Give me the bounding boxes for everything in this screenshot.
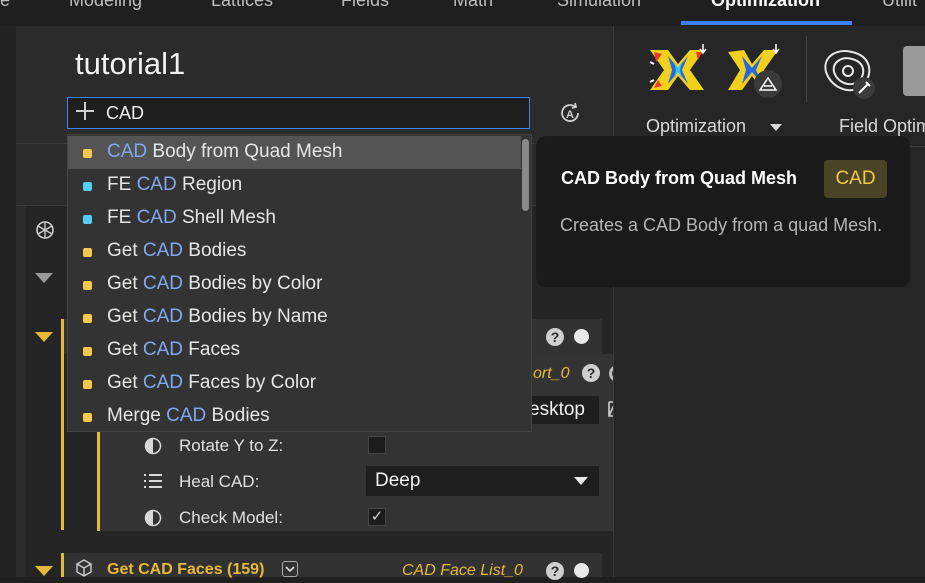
heal-cad-value: Deep (375, 470, 421, 491)
half-circle-icon (144, 437, 162, 460)
collapse-toggle[interactable] (35, 273, 53, 283)
tooltip-description: Creates a CAD Body from a quad Mesh. (560, 215, 883, 235)
node-category-marker (83, 314, 92, 323)
tab-partial-left[interactable]: e (0, 0, 10, 11)
node-collapse-toggle[interactable] (35, 566, 53, 576)
dropdown-item-label: Merge CAD Bodies (107, 405, 270, 426)
heal-cad-select[interactable]: Deep (366, 466, 599, 496)
dropdown-item[interactable]: CAD Body from Quad Mesh (68, 136, 521, 169)
node-title: Get CAD Faces (159) (107, 561, 265, 578)
dropdown-item-label: FE CAD Shell Mesh (107, 207, 276, 228)
rotate-checkbox[interactable] (368, 436, 386, 454)
plus-icon (74, 100, 96, 129)
dropdown-item-label: Get CAD Bodies (107, 240, 247, 261)
search-input[interactable] (106, 99, 516, 127)
optimization-label: Optimization (646, 116, 747, 136)
half-circle-icon (144, 509, 162, 532)
dropdown-item[interactable]: Get CAD Bodies by Color (68, 268, 521, 301)
node-category-marker (83, 281, 92, 290)
path-value: esktop (529, 399, 585, 420)
dropdown-item[interactable]: Get CAD Bodies (68, 235, 521, 268)
dropdown-item-label: FE CAD Region (107, 174, 243, 195)
tooltip-title: CAD Body from Quad Mesh (561, 168, 798, 188)
tab-modeling[interactable]: Modeling (69, 0, 142, 11)
field-optimization-label[interactable]: Field Optim (839, 116, 925, 137)
help-icon[interactable]: ? (546, 562, 564, 580)
tab-lattices[interactable]: Lattices (211, 0, 273, 11)
lattice-optimization-icon[interactable] (724, 42, 788, 107)
search-results-dropdown: CAD Body from Quad Mesh FE CAD Region FE C… (67, 134, 532, 432)
dropdown-item-label: Get CAD Faces (107, 339, 241, 360)
topology-optimization-icon[interactable] (646, 42, 708, 103)
tab-simulation[interactable]: Simulation (557, 0, 641, 11)
help-icon[interactable]: ? (582, 364, 600, 382)
dropdown-scrollbar[interactable] (522, 139, 529, 211)
output-dot[interactable] (574, 563, 589, 578)
dropdown-item-label: CAD Body from Quad Mesh (107, 141, 343, 162)
dropdown-item-label: Get CAD Bodies by Color (107, 273, 323, 294)
ribbon-divider (806, 36, 807, 102)
dropdown-item[interactable]: Merge CAD Bodies (68, 400, 521, 431)
node-category-marker (83, 149, 92, 158)
category-badge: CAD (824, 160, 887, 198)
left-strip (0, 26, 17, 577)
node-collapse-toggle[interactable] (35, 332, 53, 342)
check-model-label: Check Model: (179, 508, 283, 527)
tab-utilities[interactable]: Utilit (882, 0, 917, 11)
dropdown-item-label: Get CAD Bodies by Name (107, 306, 328, 327)
node-category-marker (83, 182, 92, 191)
field-optimization-icon[interactable] (818, 42, 880, 105)
check-model-checkbox[interactable]: ✓ (368, 508, 386, 526)
svg-text:A: A (566, 109, 574, 121)
tab-math[interactable]: Math (453, 0, 493, 11)
heal-cad-label: Heal CAD: (179, 472, 260, 491)
dropdown-item[interactable]: Get CAD Faces by Color (68, 367, 521, 400)
chevron-down-icon (574, 477, 588, 485)
optimization-menu[interactable]: Optimization (646, 116, 782, 137)
chevron-down-icon (770, 124, 782, 131)
help-icon[interactable]: ? (546, 328, 564, 346)
lattice-texture-icon[interactable] (903, 46, 925, 96)
node-category-marker (83, 380, 92, 389)
top-tab-bar: e Modeling Lattices Fields Math Simulati… (0, 0, 925, 27)
openai-icon[interactable] (34, 219, 56, 246)
dropdown-item-label: Get CAD Faces by Color (107, 372, 317, 393)
path-field[interactable]: esktop (527, 396, 599, 424)
node-output-label: CAD Face List_0 (402, 562, 523, 579)
ribbon-panel (613, 26, 925, 577)
rotate-label: Rotate Y to Z: (179, 436, 284, 455)
auto-refresh-icon[interactable]: A (558, 101, 582, 130)
cube-icon (74, 558, 94, 583)
node-output-label: ort_0 (533, 365, 570, 382)
dropdown-item[interactable]: Get CAD Bodies by Name (68, 301, 521, 334)
output-dot[interactable] (574, 329, 589, 344)
list-icon (143, 473, 163, 494)
chevron-down-icon[interactable] (282, 561, 298, 577)
node-category-marker (83, 248, 92, 257)
active-tab-indicator (681, 21, 852, 25)
tab-fields[interactable]: Fields (341, 0, 389, 11)
page-title: tutorial1 (75, 46, 186, 81)
node-category-marker (83, 347, 92, 356)
node-category-marker (83, 215, 92, 224)
dropdown-item[interactable]: FE CAD Shell Mesh (68, 202, 521, 235)
tab-optimization[interactable]: Optimization (711, 0, 820, 11)
node-category-marker (83, 413, 92, 422)
dropdown-item[interactable]: FE CAD Region (68, 169, 521, 202)
dropdown-item[interactable]: Get CAD Faces (68, 334, 521, 367)
